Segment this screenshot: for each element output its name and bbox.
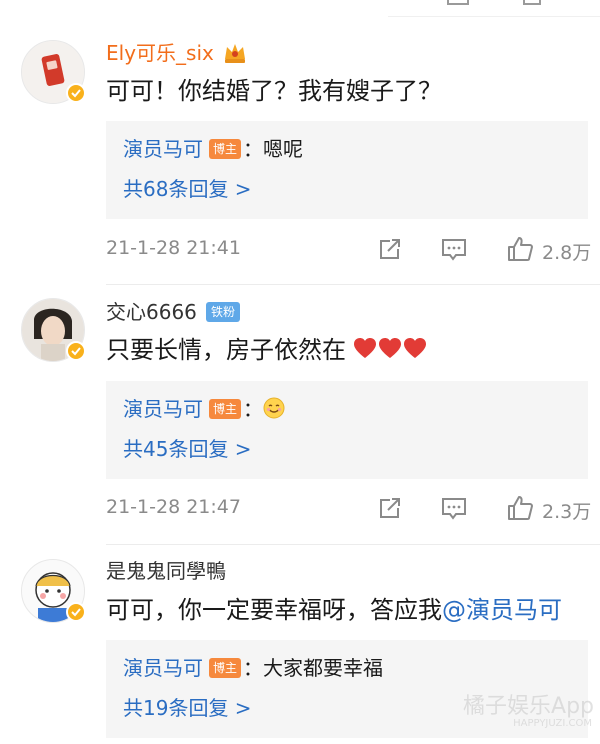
comment-text-content: 只要长情，房子依然在: [106, 336, 346, 364]
reply-text: ：嗯呢: [243, 137, 304, 161]
reply-text: ：: [243, 397, 264, 421]
timestamp: 21-1-28 21:41: [106, 237, 241, 259]
previous-comment-fragment: [0, 0, 600, 20]
reply-count-link[interactable]: 共19条回复 >: [123, 694, 252, 722]
like-icon: [508, 237, 533, 261]
comment-meta: 21-1-28 21:47 2.3万: [106, 494, 592, 524]
smile-emoji-icon: [263, 397, 285, 419]
comment-icon[interactable]: [446, 0, 470, 6]
verified-badge-icon: [66, 83, 86, 103]
divider: [388, 16, 600, 17]
comment-text: 只要长情，房子依然在: [106, 334, 426, 366]
bozhu-badge: 博主: [209, 399, 242, 419]
watermark: 橘子娱乐App HAPPYJUZI.COM: [448, 688, 598, 738]
reply-preview[interactable]: 演员马可 博主： 共45条回复 >: [106, 381, 588, 479]
reply-count-link[interactable]: 共45条回复 >: [123, 435, 252, 463]
reply-preview[interactable]: 演员马可 博主 ：嗯呢 共68条回复 >: [106, 121, 588, 219]
comment-text-content: 可可，你一定要幸福呀，答应我: [106, 596, 442, 624]
watermark-url: HAPPYJUZI.COM: [513, 718, 592, 729]
reply-count-link[interactable]: 共68条回复 >: [123, 175, 252, 203]
comment-icon[interactable]: [440, 235, 468, 263]
username[interactable]: 交心6666: [106, 299, 197, 325]
bozhu-badge: 博主: [209, 658, 242, 678]
repost-icon[interactable]: [376, 235, 404, 263]
comment-text: 可可！你结婚了？我有嫂子了？: [106, 77, 442, 105]
username[interactable]: Ely可乐_six: [106, 40, 214, 66]
crown-icon: [225, 44, 245, 63]
watermark-title: 橘子娱乐App: [463, 694, 594, 719]
like-icon: [508, 496, 533, 520]
like-count: 2.8万: [542, 242, 592, 264]
like-icon[interactable]: [520, 0, 544, 6]
reply-text: ：大家都要幸福: [243, 656, 384, 680]
bozhu-badge: 博主: [209, 139, 242, 159]
reply-author[interactable]: 演员马可: [123, 137, 203, 161]
timestamp: 21-1-28 21:47: [106, 496, 241, 518]
verified-badge-icon: [66, 602, 86, 622]
verified-badge-icon: [66, 341, 86, 361]
divider: [106, 284, 600, 285]
fan-badge: 铁粉: [206, 302, 241, 322]
repost-icon[interactable]: [376, 494, 404, 522]
comment-text: 可可，你一定要幸福呀，答应我@演员马可: [106, 594, 562, 626]
comment-icon[interactable]: [440, 494, 468, 522]
heart-emoji-icon: [353, 338, 426, 358]
like-count: 2.3万: [542, 501, 592, 523]
divider: [106, 544, 600, 545]
username[interactable]: 是鬼鬼同學鴨: [106, 558, 226, 584]
mention-link[interactable]: @演员马可: [442, 596, 562, 624]
reply-author[interactable]: 演员马可: [123, 656, 203, 680]
reply-author[interactable]: 演员马可: [123, 397, 203, 421]
comment-meta: 21-1-28 21:41 2.8万: [106, 235, 592, 265]
